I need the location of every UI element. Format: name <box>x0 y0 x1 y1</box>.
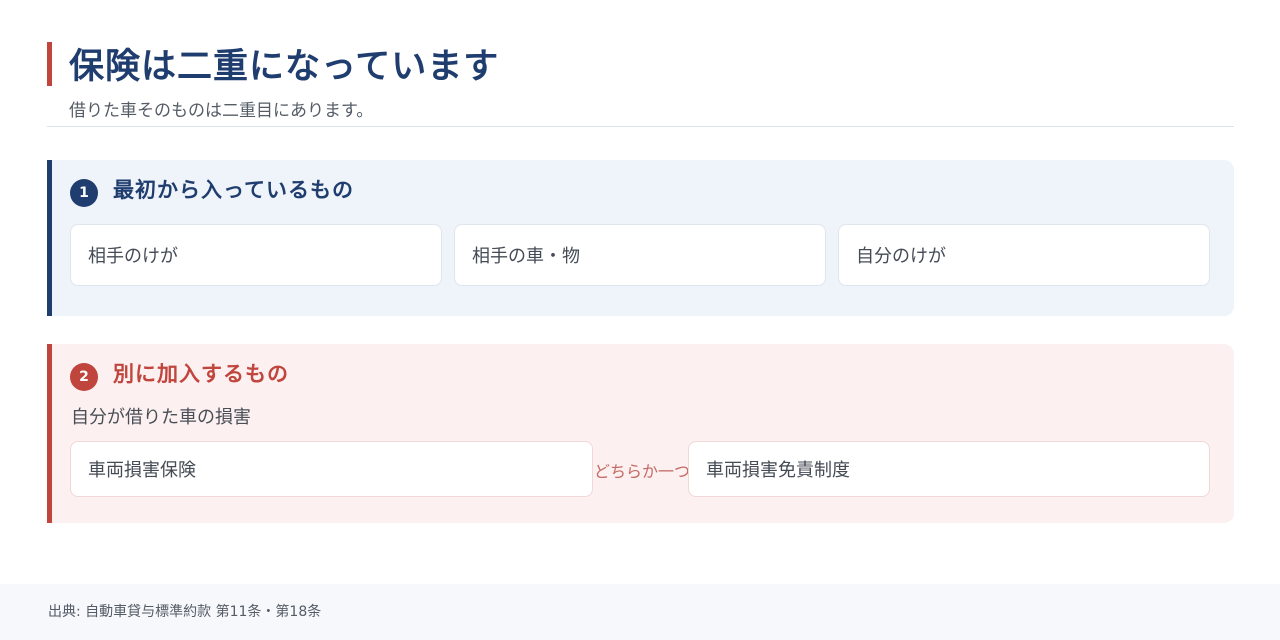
section-optional-insurance: 2 別に加入するもの 自分が借りた車の損害 車両損害保険 どちらか一つ 車両損害… <box>47 344 1234 523</box>
section-number-badge: 2 <box>70 363 98 391</box>
either-one-connector: どちらか一つ <box>594 462 691 481</box>
page-subtitle: 借りた車そのものは二重目にあります。 <box>69 101 374 121</box>
section-title: 最初から入っているもの <box>113 178 354 202</box>
page-header: 保険は二重になっています 借りた車そのものは二重目にあります。 <box>47 40 1234 127</box>
page-title: 保険は二重になっています <box>69 47 500 87</box>
section-description: 自分が借りた車の損害 <box>71 407 251 428</box>
section-built-in-insurance: 1 最初から入っているもの 相手のけが 相手の車・物 自分のけが <box>47 160 1234 316</box>
footer: 出典: 自動車貸与標準約款 第11条・第18条 <box>0 584 1280 640</box>
coverage-card-other-property: 相手の車・物 <box>454 224 826 286</box>
source-citation: 出典: 自動車貸与標準約款 第11条・第18条 <box>48 604 322 620</box>
section-title: 別に加入するもの <box>113 362 289 386</box>
coverage-card-damage-waiver: 車両損害免責制度 <box>688 441 1210 497</box>
coverage-card-vehicle-damage-insurance: 車両損害保険 <box>70 441 593 497</box>
title-accent-bar <box>47 42 52 86</box>
coverage-card-own-injury: 自分のけが <box>838 224 1210 286</box>
section-number-badge: 1 <box>70 179 98 207</box>
coverage-card-other-injury: 相手のけが <box>70 224 442 286</box>
